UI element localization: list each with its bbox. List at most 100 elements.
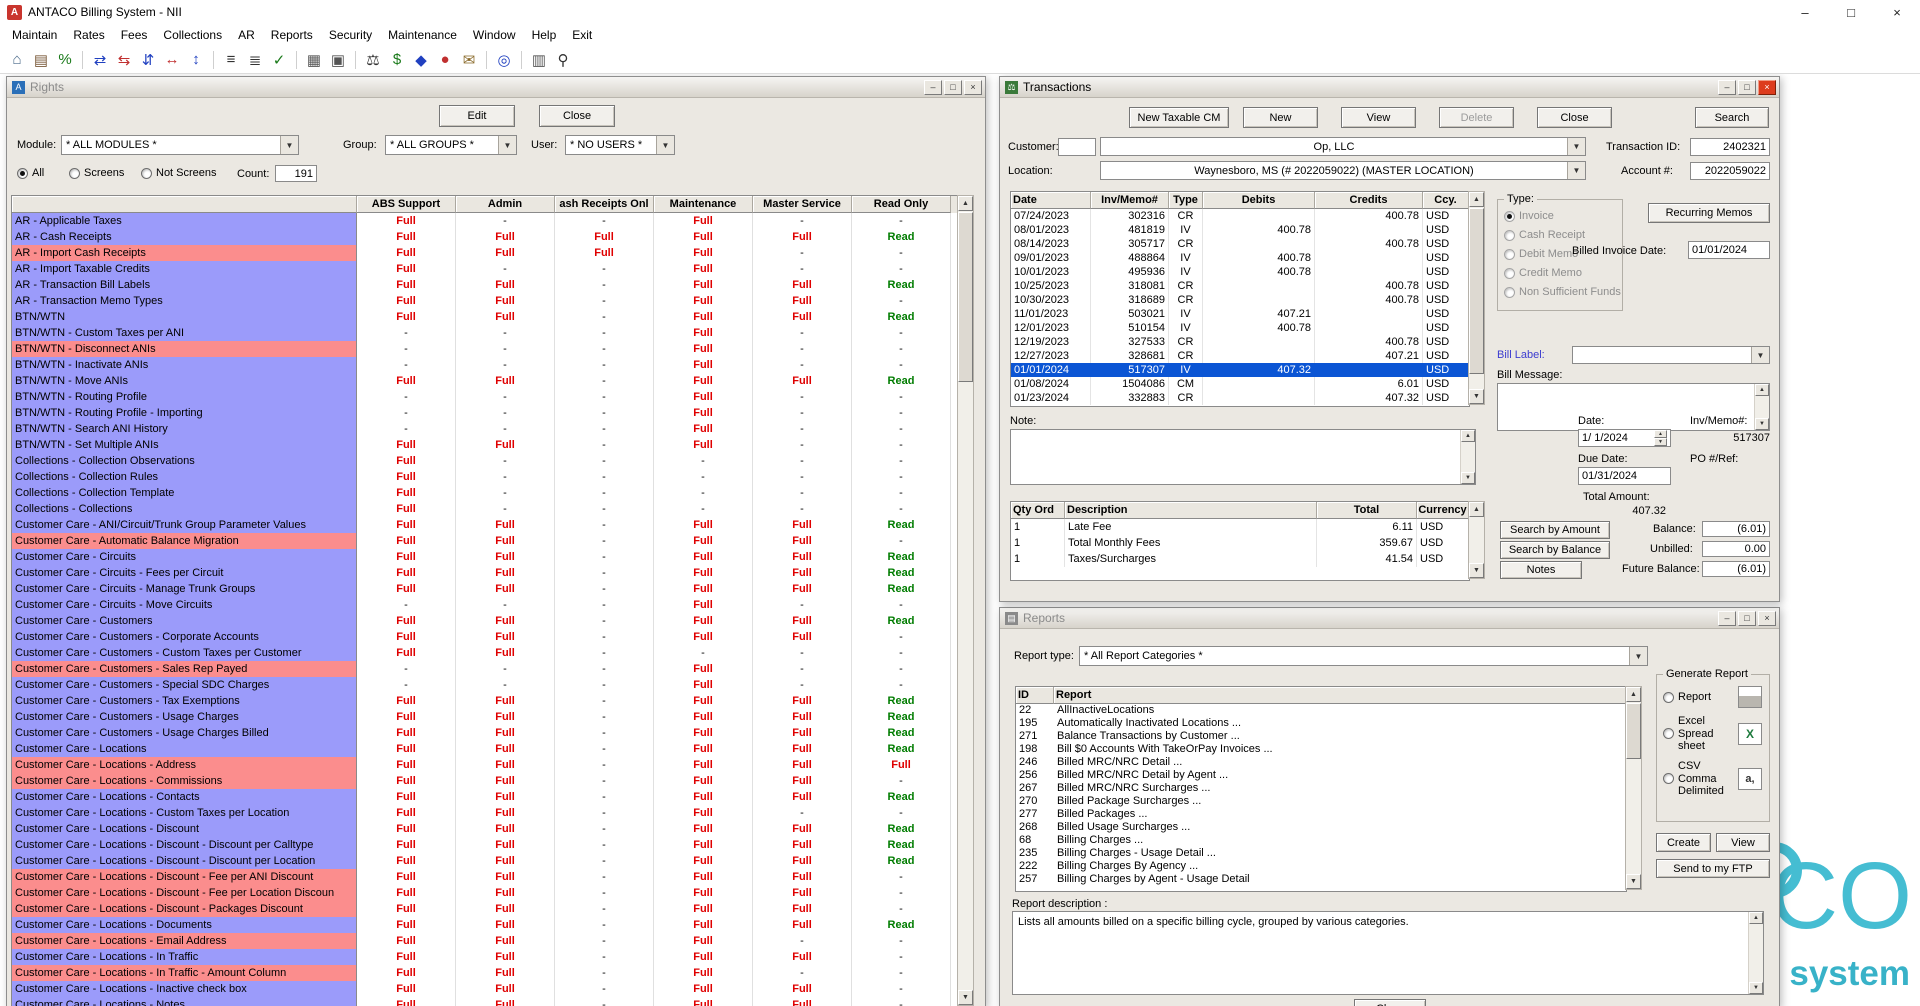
scroll-down-icon[interactable]: ▼ [1469,563,1484,578]
report-type-select[interactable]: * All Report Categories *▼ [1079,646,1648,666]
rights-row[interactable]: Customer Care - Customers - Sales Rep Pa… [12,661,957,677]
transactions-minimize-button[interactable]: – [1718,80,1736,95]
rights-row[interactable]: Customer Care - ANI/Circuit/Trunk Group … [12,517,957,533]
rights-row[interactable]: Collections - Collection RulesFull----- [12,469,957,485]
dollar-icon[interactable]: $ [385,48,409,72]
billed-invoice-date-field[interactable]: 01/01/2024 [1688,241,1770,259]
col-total[interactable]: Total [1317,502,1417,519]
report-row[interactable]: 277Billed Packages ... [1016,808,1626,821]
rights-row[interactable]: Customer Care - Locations - In TrafficFu… [12,949,957,965]
rights-col-abs-support[interactable]: ABS Support [357,196,456,213]
menu-item-exit[interactable]: Exit [564,26,600,44]
edit-button[interactable]: Edit [439,105,515,127]
scroll-up-icon[interactable]: ▲ [1749,912,1763,924]
bill-label-select[interactable]: ▼ [1572,346,1770,364]
report-row[interactable]: 268Billed Usage Surcharges ... [1016,821,1626,834]
col-type[interactable]: Type [1169,192,1203,209]
rights-row[interactable]: Collections - CollectionsFull----- [12,501,957,517]
rights-grid-scrollbar[interactable]: ▲ ▼ [957,195,974,1006]
rights-row[interactable]: Customer Care - Circuits - Move Circuits… [12,597,957,613]
col-date[interactable]: Date [1011,192,1091,209]
due-date-field[interactable]: 01/31/2024 [1578,467,1671,485]
rights-row[interactable]: Customer Care - Customers - Custom Taxes… [12,645,957,661]
rights-col-cash-receipts[interactable]: ash Receipts Onl [555,196,654,213]
menu-item-window[interactable]: Window [465,26,524,44]
menu-item-maintain[interactable]: Maintain [4,26,65,44]
report-row[interactable]: 270Billed Package Surcharges ... [1016,795,1626,808]
scroll-up-icon[interactable]: ▲ [1469,502,1484,517]
rights-row[interactable]: AR - Transaction Memo TypesFullFull-Full… [12,293,957,309]
menu-item-collections[interactable]: Collections [155,26,230,44]
report-row[interactable]: 271Balance Transactions by Customer ... [1016,730,1626,743]
report-row[interactable]: 256Billed MRC/NRC Detail by Agent ... [1016,769,1626,782]
rights-row[interactable]: Customer Care - Customers - Usage Charge… [12,725,957,741]
rights-row[interactable]: BTN/WTN - Disconnect ANIs---Full-- [12,341,957,357]
item-row[interactable]: 1Late Fee6.11USD [1011,519,1469,535]
menu-item-rates[interactable]: Rates [65,26,112,44]
rights-col-master-service[interactable]: Master Service [753,196,852,213]
move-vertical-icon[interactable]: ↕ [184,48,208,72]
customer-code-field[interactable] [1058,138,1096,156]
app-titlebar[interactable]: A ANTACO Billing System - NII – □ × [0,0,1920,24]
transfer-anis-icon[interactable]: ⇵ [136,48,160,72]
rights-col-read-only[interactable]: Read Only [852,196,951,213]
scrollbar-thumb[interactable] [1626,703,1641,759]
rights-minimize-button[interactable]: – [924,80,942,95]
rights-row[interactable]: AR - Cash ReceiptsFullFullFullFullFullRe… [12,229,957,245]
scroll-down-icon[interactable]: ▼ [1461,472,1475,484]
layers-icon[interactable]: ▣ [326,48,350,72]
item-row[interactable]: 1Total Monthly Fees359.67USD [1011,535,1469,551]
rights-row[interactable]: Customer Care - Locations - Inactive che… [12,981,957,997]
generate-option[interactable]: Excel Spread sheetX [1663,715,1763,753]
col-credits[interactable]: Credits [1315,192,1423,209]
transaction-row[interactable]: 10/30/2023318689CR400.78USD [1011,293,1469,307]
col-debits[interactable]: Debits [1203,192,1315,209]
col-id[interactable]: ID [1016,687,1054,704]
rights-row[interactable]: Customer Care - CustomersFullFull-FullFu… [12,613,957,629]
search-button[interactable]: Search [1695,107,1769,128]
generate-option[interactable]: Report [1663,686,1763,708]
reports-maximize-button[interactable]: □ [1738,611,1756,626]
rights-row[interactable]: Customer Care - CircuitsFullFull-FullFul… [12,549,957,565]
description-scrollbar[interactable]: ▲ ▼ [1748,912,1763,994]
menu-item-ar[interactable]: AR [230,26,263,44]
type-option[interactable]: Cash Receipt [1504,229,1621,241]
diamond-icon[interactable]: ◆ [409,48,433,72]
split-anis-icon[interactable]: ⇄ [88,48,112,72]
report-row[interactable]: 267Billed MRC/NRC Surcharges ... [1016,782,1626,795]
menu-item-security[interactable]: Security [321,26,380,44]
new-button[interactable]: New [1243,107,1318,128]
scroll-up-icon[interactable]: ▲ [958,196,973,211]
date-field[interactable]: 1/ 1/2024 ▲▼ [1578,429,1671,447]
col-ccy[interactable]: Ccy. [1423,192,1469,209]
search-icon[interactable]: ⚲ [551,48,575,72]
transaction-row[interactable]: 01/01/2024517307IV407.32USD [1011,363,1469,377]
rights-row[interactable]: Customer Care - Locations - AddressFullF… [12,757,957,773]
note-box[interactable]: ▲ ▼ [1010,429,1476,485]
rights-row[interactable]: Customer Care - Locations - Discount - D… [12,853,957,869]
print-icon[interactable]: ▦ [302,48,326,72]
reports-titlebar[interactable]: ▤ Reports – □ × [1000,608,1779,629]
col-currency[interactable]: Currency [1417,502,1469,519]
transaction-row[interactable]: 11/01/2023503021IV407.21USD [1011,307,1469,321]
rights-row[interactable]: Customer Care - LocationsFullFull-FullFu… [12,741,957,757]
scroll-up-icon[interactable]: ▲ [1755,384,1769,396]
report-row[interactable]: 68Billing Charges ... [1016,834,1626,847]
col-report[interactable]: Report [1054,687,1626,704]
rights-row[interactable]: BTN/WTN - Inactivate ANIs---Full-- [12,357,957,373]
scrollbar-thumb[interactable] [1469,208,1484,374]
clipboard-icon[interactable]: ▥ [527,48,551,72]
filter-not-screens-radio[interactable]: Not Screens [141,167,217,179]
rights-row[interactable]: AR - Transaction Bill LabelsFullFull-Ful… [12,277,957,293]
rights-row[interactable]: BTN/WTN - Search ANI History---Full-- [12,421,957,437]
col-description[interactable]: Description [1065,502,1317,519]
transaction-row[interactable]: 12/01/2023510154IV400.78USD [1011,321,1469,335]
move-horizontal-icon[interactable]: ↔ [160,48,184,72]
fees-icon[interactable]: % [53,48,77,72]
app-minimize-button[interactable]: – [1782,0,1828,24]
rights-row[interactable]: BTN/WTN - Routing Profile---Full-- [12,389,957,405]
alert-icon[interactable]: ● [433,48,457,72]
report-row[interactable]: 235Billing Charges - Usage Detail ... [1016,847,1626,860]
report-description-box[interactable]: Lists all amounts billed on a specific b… [1012,911,1764,995]
report-row[interactable]: 222Billing Charges By Agency ... [1016,860,1626,873]
